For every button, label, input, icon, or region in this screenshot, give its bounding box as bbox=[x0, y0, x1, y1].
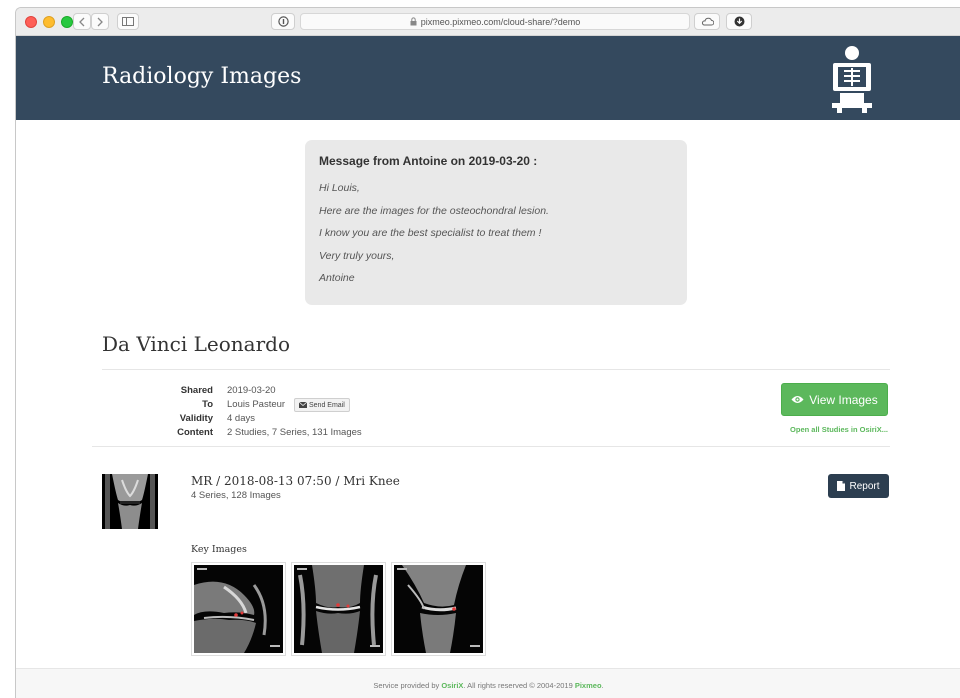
forward-button[interactable] bbox=[91, 13, 109, 30]
cloud-icon bbox=[701, 17, 714, 26]
downloads-button[interactable] bbox=[726, 13, 752, 30]
icloud-tabs-button[interactable] bbox=[694, 13, 720, 30]
report-label: Report bbox=[849, 480, 880, 492]
chevron-left-icon bbox=[79, 17, 85, 26]
footer-middle: . All rights reserved © 2004-2019 bbox=[463, 681, 575, 690]
key-image[interactable] bbox=[291, 562, 386, 656]
message-line: I know you are the best specialist to tr… bbox=[319, 227, 542, 239]
message-line: Very truly yours, bbox=[319, 249, 395, 262]
pixmeo-link[interactable]: Pixmeo bbox=[575, 681, 602, 690]
content-label: Content bbox=[177, 427, 213, 438]
address-bar[interactable]: pixmeo.pixmeo.com/cloud-share/?demo bbox=[300, 13, 690, 30]
site-title: Radiology Images bbox=[102, 64, 302, 89]
key-images-title: Key Images bbox=[191, 544, 247, 555]
mri-sagittal-knee-image bbox=[194, 565, 283, 653]
url-text: pixmeo.pixmeo.com/cloud-share/?demo bbox=[420, 16, 581, 27]
patient-name: Da Vinci Leonardo bbox=[102, 332, 291, 356]
message-header: Message from Antoine on 2019-03-20 : bbox=[319, 154, 538, 168]
privacy-report-button[interactable] bbox=[271, 13, 295, 30]
close-window-button[interactable] bbox=[25, 16, 37, 28]
open-osirix-link[interactable]: Open all Studies in OsiriX... bbox=[781, 425, 888, 434]
info-shield-icon bbox=[277, 16, 289, 27]
view-images-label: View Images bbox=[809, 392, 878, 407]
key-image[interactable] bbox=[191, 562, 286, 656]
download-icon bbox=[734, 16, 744, 27]
send-email-label: Send Email bbox=[309, 401, 345, 409]
key-image[interactable] bbox=[391, 562, 486, 656]
content-value: 2 Studies, 7 Series, 131 Images bbox=[227, 427, 362, 438]
site-header: Radiology Images bbox=[16, 36, 960, 120]
sidebar-icon bbox=[122, 17, 134, 26]
zoom-window-button[interactable] bbox=[61, 16, 73, 28]
envelope-icon bbox=[299, 402, 307, 408]
message-line: Hi Louis, bbox=[319, 182, 360, 194]
divider bbox=[92, 446, 890, 447]
validity-label: Validity bbox=[179, 413, 213, 424]
browser-toolbar: pixmeo.pixmeo.com/cloud-share/?demo bbox=[16, 8, 960, 36]
report-button[interactable]: Report bbox=[828, 474, 889, 498]
message-box: Message from Antoine on 2019-03-20 : Hi … bbox=[305, 140, 687, 305]
message-line: Antoine bbox=[319, 272, 355, 284]
shared-value: 2019-03-20 bbox=[227, 385, 276, 396]
back-button[interactable] bbox=[73, 13, 91, 30]
mri-knee-thumbnail-image bbox=[102, 474, 158, 529]
footer: Service provided by OsiriX. All rights r… bbox=[16, 668, 960, 698]
message-line: Here are the images for the osteochondra… bbox=[319, 204, 549, 217]
shared-label: Shared bbox=[180, 385, 213, 396]
validity-value: 4 days bbox=[227, 413, 255, 424]
sidebar-toggle-button[interactable] bbox=[117, 13, 139, 30]
footer-prefix: Service provided by bbox=[373, 681, 442, 690]
to-label: To bbox=[202, 399, 213, 410]
study-subtitle: 4 Series, 128 Images bbox=[191, 490, 281, 501]
divider bbox=[102, 369, 890, 370]
study-title[interactable]: MR / 2018-08-13 07:50 / Mri Knee bbox=[191, 474, 400, 488]
xray-person-icon bbox=[832, 46, 872, 113]
mri-coronal-knee-image bbox=[294, 565, 383, 653]
footer-suffix: . bbox=[601, 681, 604, 690]
view-images-button[interactable]: View Images bbox=[781, 383, 888, 416]
document-icon bbox=[837, 481, 846, 491]
study-thumbnail[interactable] bbox=[102, 474, 158, 529]
eye-icon bbox=[791, 396, 804, 403]
browser-window: pixmeo.pixmeo.com/cloud-share/?demo Radi… bbox=[15, 7, 960, 698]
osirix-link[interactable]: OsiriX bbox=[441, 681, 463, 690]
to-value: Louis Pasteur bbox=[227, 399, 286, 410]
chevron-right-icon bbox=[97, 17, 103, 26]
send-email-button[interactable]: Send Email bbox=[294, 398, 350, 412]
minimize-window-button[interactable] bbox=[43, 16, 55, 28]
mri-sagittal-knee-image bbox=[394, 565, 483, 653]
page: pixmeo.pixmeo.com/cloud-share/?demo Radi… bbox=[0, 0, 960, 698]
lock-icon bbox=[410, 17, 417, 26]
